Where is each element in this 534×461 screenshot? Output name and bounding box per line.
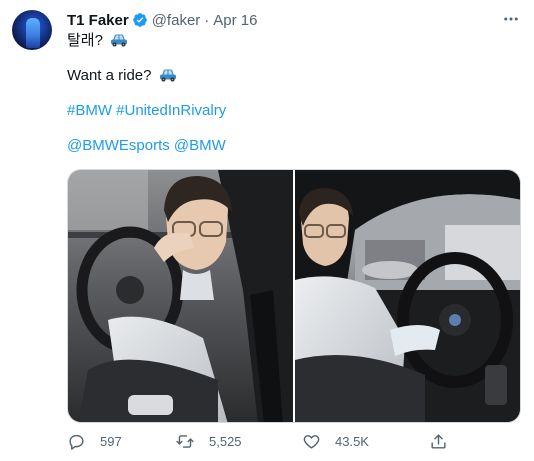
separator-dot: · [204, 11, 210, 29]
retweet-icon [176, 435, 194, 448]
verified-badge-icon [132, 13, 147, 27]
tweet-text-line-1: 탈래? [67, 31, 128, 51]
retweet-button[interactable]: 5,525 [175, 432, 242, 451]
mention-links[interactable]: @BMWEsports @BMW [67, 136, 226, 156]
share-icon [431, 434, 446, 449]
tweet-text-english: Want a ride? [67, 67, 152, 84]
avatar[interactable] [12, 10, 52, 50]
author-handle[interactable]: @faker [152, 12, 201, 29]
like-button[interactable]: 43.5K [302, 432, 369, 451]
tweet-header: T1 Faker @faker · Apr 16 [67, 10, 257, 30]
hashtag-links[interactable]: #BMW #UnitedInRivalry [67, 101, 226, 121]
photo-1[interactable] [68, 170, 293, 422]
tweet-card[interactable]: T1 Faker @faker · Apr 16 탈래? Want a ride… [0, 0, 534, 461]
share-button[interactable] [429, 432, 448, 451]
media-grid [67, 169, 521, 423]
author-name[interactable]: T1 Faker [67, 12, 129, 29]
car-icon [159, 69, 176, 82]
car-icon [111, 34, 128, 47]
like-count: 43.5K [335, 434, 369, 449]
tweet-text-korean: 탈래? [67, 32, 103, 49]
more-options-icon[interactable] [500, 8, 522, 30]
tweet-text-line-2: Want a ride? [67, 66, 177, 86]
tweet-actions: 597 5,525 43.5K [67, 432, 521, 452]
photo-2[interactable] [295, 170, 520, 422]
like-icon [303, 435, 320, 449]
reply-icon [69, 434, 84, 450]
reply-button[interactable]: 597 [67, 432, 122, 451]
reply-count: 597 [100, 434, 122, 449]
tweet-date[interactable]: Apr 16 [213, 12, 257, 29]
retweet-count: 5,525 [209, 434, 242, 449]
